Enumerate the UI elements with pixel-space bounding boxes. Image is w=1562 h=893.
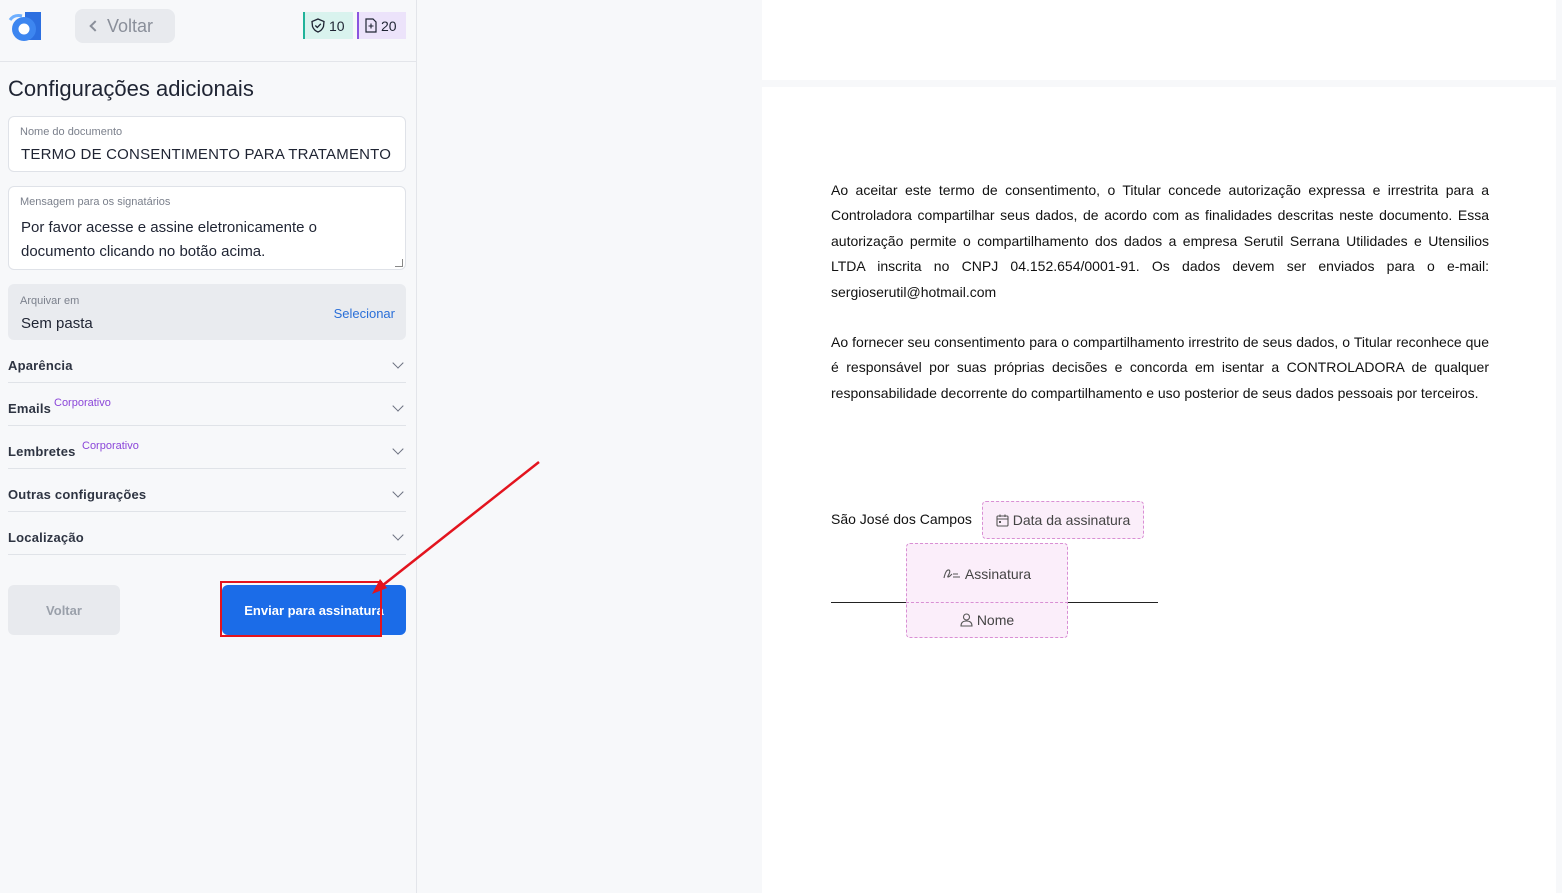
name-field-placeholder[interactable]: Nome bbox=[906, 602, 1068, 638]
document-city: São José dos Campos bbox=[831, 511, 972, 527]
document-paragraph-2: Ao fornecer seu consentimento para o com… bbox=[831, 334, 1489, 401]
accordion-label: Outras configurações bbox=[8, 487, 147, 502]
accordion-emails[interactable]: Emails Corporativo bbox=[8, 383, 406, 426]
corporate-tag: Corporativo bbox=[54, 397, 111, 409]
calendar-icon bbox=[996, 514, 1009, 527]
chevron-down-icon bbox=[392, 357, 404, 369]
back-label: Voltar bbox=[107, 15, 154, 36]
document-name-field[interactable]: Nome do documento TERMO DE CONSENTIMENTO… bbox=[8, 116, 406, 172]
signers-message-label: Mensagem para os signatários bbox=[20, 196, 171, 208]
document-count: 20 bbox=[381, 17, 397, 34]
chevron-down-icon bbox=[392, 443, 404, 455]
document-icon bbox=[365, 18, 377, 33]
page-title: Configurações adicionais bbox=[8, 76, 254, 101]
shield-credits-badge: 10 bbox=[303, 12, 353, 39]
accordion-label: Localização bbox=[8, 530, 84, 545]
accordion-reminders[interactable]: Lembretes Corporativo bbox=[8, 426, 406, 469]
date-placeholder-label: Data da assinatura bbox=[1012, 512, 1131, 528]
back-button-top[interactable]: Voltar bbox=[75, 9, 175, 43]
shield-icon bbox=[311, 18, 325, 33]
accordion-appearance[interactable]: Aparência bbox=[8, 340, 406, 383]
document-name-label: Nome do documento bbox=[20, 126, 123, 138]
accordion-other-settings[interactable]: Outras configurações bbox=[8, 469, 406, 512]
accordion-label: Aparência bbox=[8, 358, 73, 373]
back-button[interactable]: Voltar bbox=[8, 585, 120, 635]
user-icon bbox=[960, 613, 973, 627]
previous-page bbox=[762, 0, 1556, 80]
signature-icon bbox=[943, 569, 960, 579]
accordion-label: Lembretes bbox=[8, 444, 76, 459]
date-field-placeholder[interactable]: Data da assinatura bbox=[982, 501, 1144, 539]
top-bar: Voltar 10 20 bbox=[0, 0, 416, 62]
settings-sidebar: Voltar 10 20 Configurações adicionais No… bbox=[0, 0, 417, 893]
signers-message-textarea[interactable]: Por favor acesse e assine eletronicament… bbox=[21, 216, 361, 264]
archive-folder-label: Arquivar em bbox=[20, 295, 80, 307]
document-paragraph-1: Ao aceitar este termo de consentimento, … bbox=[831, 182, 1489, 300]
archive-folder-field: Arquivar em Sem pasta Selecionar bbox=[8, 284, 406, 340]
chevron-down-icon bbox=[392, 400, 404, 412]
resize-handle-icon[interactable] bbox=[395, 259, 403, 267]
accordion-label: Emails bbox=[8, 401, 52, 416]
corporate-tag: Corporativo bbox=[82, 440, 139, 452]
accordion-location[interactable]: Localização bbox=[8, 512, 406, 555]
signature-field-placeholder[interactable]: Assinatura bbox=[906, 543, 1068, 603]
document-name-input[interactable]: TERMO DE CONSENTIMENTO PARA TRATAMENTO bbox=[21, 146, 397, 163]
shield-count: 10 bbox=[329, 17, 345, 34]
select-folder-link[interactable]: Selecionar bbox=[334, 306, 395, 321]
document-credits-badge: 20 bbox=[357, 12, 406, 39]
chevron-left-icon bbox=[89, 20, 101, 32]
annotation-arrow bbox=[372, 461, 540, 594]
app-logo[interactable] bbox=[8, 10, 42, 42]
name-placeholder-label: Nome bbox=[976, 612, 1015, 628]
archive-folder-value: Sem pasta bbox=[21, 315, 93, 332]
signature-placeholder-label: Assinatura bbox=[964, 565, 1032, 582]
signers-message-field[interactable]: Mensagem para os signatários Por favor a… bbox=[8, 186, 406, 270]
